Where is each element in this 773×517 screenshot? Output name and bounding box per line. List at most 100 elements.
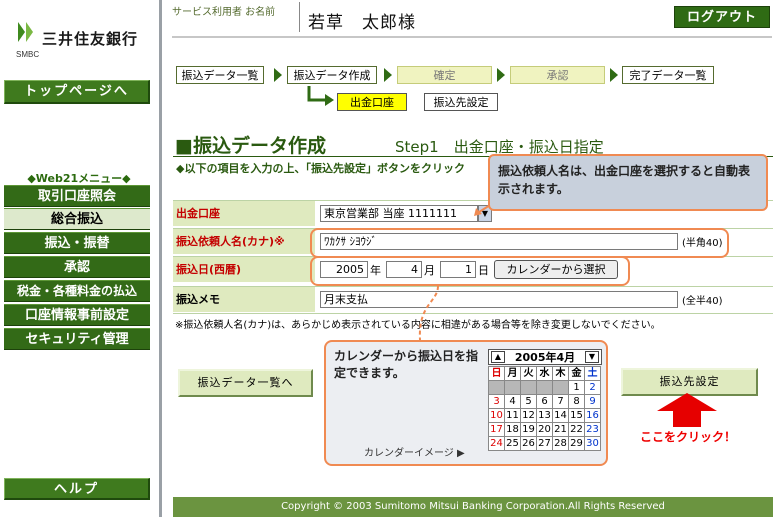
help-button[interactable]: ヘルプ (4, 478, 150, 500)
calendar-day[interactable]: 9 (585, 395, 601, 409)
page-title: ■振込データ作成 (175, 135, 326, 157)
bank-logo-icon (18, 22, 33, 42)
calendar-day[interactable]: 16 (585, 409, 601, 423)
calendar-day[interactable]: 13 (537, 409, 553, 423)
user-label: サービス利用者 お名前 (172, 7, 276, 18)
menu-item-transfer[interactable]: 振込・振替 (4, 232, 150, 254)
calendar-day[interactable]: 18 (505, 423, 521, 437)
calendar-empty-cell (505, 381, 521, 395)
prev-month-icon[interactable]: ▲ (491, 351, 505, 363)
date-label: 振込日(西暦) (173, 257, 315, 282)
account-label: 出金口座 (173, 201, 315, 226)
calendar-weekday: 木 (553, 367, 569, 381)
calendar-day[interactable]: 5 (521, 395, 537, 409)
step-arrow-icon (610, 68, 618, 82)
calendar-day[interactable]: 14 (553, 409, 569, 423)
calendar-day[interactable]: 12 (521, 409, 537, 423)
calendar-day[interactable]: 2 (585, 381, 601, 395)
sidebar-divider (159, 0, 162, 517)
step-arrow-icon (274, 68, 282, 82)
back-to-list-button[interactable]: 振込データ一覧へ (178, 369, 313, 397)
calendar-title: 2005年4月 (514, 351, 576, 364)
calendar-day[interactable]: 23 (585, 423, 601, 437)
bank-name: 三井住友銀行 (42, 30, 139, 48)
calendar-day[interactable]: 24 (489, 437, 505, 451)
calendar-weekday: 日 (489, 367, 505, 381)
instruction-text: ◆以下の項目を入力の上、「振込先設定」ボタンをクリック (176, 162, 465, 175)
calendar-weekday: 土 (585, 367, 601, 381)
step-arrow-icon (497, 68, 505, 82)
calendar-empty-cell (553, 381, 569, 395)
logout-button[interactable]: ログアウト (674, 6, 770, 28)
calendar-day[interactable]: 6 (537, 395, 553, 409)
calendar-day[interactable]: 21 (553, 423, 569, 437)
requester-callout: 振込依頼人名は、出金口座を選択すると自動表示されます。 (488, 154, 768, 211)
memo-label: 振込メモ (173, 287, 315, 312)
requester-label: 振込依頼人名(カナ)※ (173, 229, 315, 254)
calendar-day[interactable]: 15 (569, 409, 585, 423)
date-highlight (310, 256, 630, 286)
header-divider (172, 36, 772, 38)
destination-setup-button[interactable]: 振込先設定 (621, 368, 758, 396)
calendar-header: ▲ 2005年4月 ▼ (488, 349, 602, 365)
calendar-day[interactable]: 27 (537, 437, 553, 451)
next-month-icon[interactable]: ▼ (585, 351, 599, 363)
callout-connector-icon (418, 285, 439, 341)
up-arrow-icon (657, 393, 717, 427)
calendar-day[interactable]: 28 (553, 437, 569, 451)
menu-item-tax-payment[interactable]: 税金・各種料金の払込 (4, 280, 150, 302)
step-completed-list: 完了データ一覧 (622, 66, 714, 84)
calendar-day[interactable]: 11 (505, 409, 521, 423)
memo-hint: (全半40) (682, 296, 723, 307)
step-create-data: 振込データ作成 (287, 66, 377, 84)
calendar-day[interactable]: 29 (569, 437, 585, 451)
header-separator (299, 2, 300, 32)
menu-item-approval[interactable]: 承認 (4, 256, 150, 278)
top-page-button[interactable]: トップページへ (4, 80, 150, 104)
step-confirm: 確定 (397, 66, 492, 84)
menu-item-security[interactable]: セキュリティ管理 (4, 328, 150, 350)
calendar-day[interactable]: 30 (585, 437, 601, 451)
calendar-weekday: 金 (569, 367, 585, 381)
menu-item-account-settings[interactable]: 口座情報事前設定 (4, 304, 150, 326)
step-transfer-list: 振込データ一覧 (176, 66, 264, 84)
calendar-callout-text: カレンダーから振込日を指定できます。 (334, 349, 479, 380)
calendar-day[interactable]: 8 (569, 395, 585, 409)
memo-input[interactable]: 月末支払 (320, 291, 678, 308)
calendar-day[interactable]: 20 (537, 423, 553, 437)
calendar-day[interactable]: 3 (489, 395, 505, 409)
calendar-weekday: 火 (521, 367, 537, 381)
calendar-day[interactable]: 26 (521, 437, 537, 451)
requester-highlight (310, 228, 729, 258)
copyright-footer: Copyright © 2003 Sumitomo Mitsui Banking… (173, 497, 773, 517)
calendar-grid: 日月火水木金土 1 2 3 4 5 6 7 8 9 10 11 12 13 14 15 16 17 18 19 20 21… (488, 366, 601, 451)
calendar-day[interactable]: 25 (505, 437, 521, 451)
calendar-image-label: カレンダーイメージ ▶ (364, 448, 465, 459)
calendar-weekday: 月 (505, 367, 521, 381)
calendar-day[interactable]: 1 (569, 381, 585, 395)
form-row-memo: 振込メモ 月末支払 (全半40) (173, 286, 773, 314)
calendar-day[interactable]: 4 (505, 395, 521, 409)
memo-field-cell: 月末支払 (全半40) (316, 287, 773, 312)
calendar-day[interactable]: 17 (489, 423, 505, 437)
bank-abbr: SMBC (16, 50, 40, 59)
calendar-empty-cell (489, 381, 505, 395)
click-here-label: ここをクリック！ (640, 430, 737, 444)
subtab-source-account[interactable]: 出金口座 (337, 93, 407, 111)
user-name: 若草 太郎様 (308, 13, 416, 33)
menu-item-account-inquiry[interactable]: 取引口座照会 (4, 185, 150, 207)
calendar-day[interactable]: 19 (521, 423, 537, 437)
calendar-day[interactable]: 7 (553, 395, 569, 409)
calendar-empty-cell (537, 381, 553, 395)
menu-item-bulk-transfer[interactable]: 総合振込 (4, 208, 150, 230)
calendar-day[interactable]: 22 (569, 423, 585, 437)
subtab-destination[interactable]: 振込先設定 (424, 93, 498, 111)
step-approve: 承認 (510, 66, 605, 84)
calendar-empty-cell (521, 381, 537, 395)
calendar-weekday: 水 (537, 367, 553, 381)
web21-menu-label: ◆Web21メニュー◆ (27, 172, 131, 185)
account-select[interactable]: 東京営業部 当座 1111111 (320, 205, 478, 222)
branch-arrow-icon (307, 86, 334, 106)
step-arrow-icon (384, 68, 392, 82)
calendar-day[interactable]: 10 (489, 409, 505, 423)
